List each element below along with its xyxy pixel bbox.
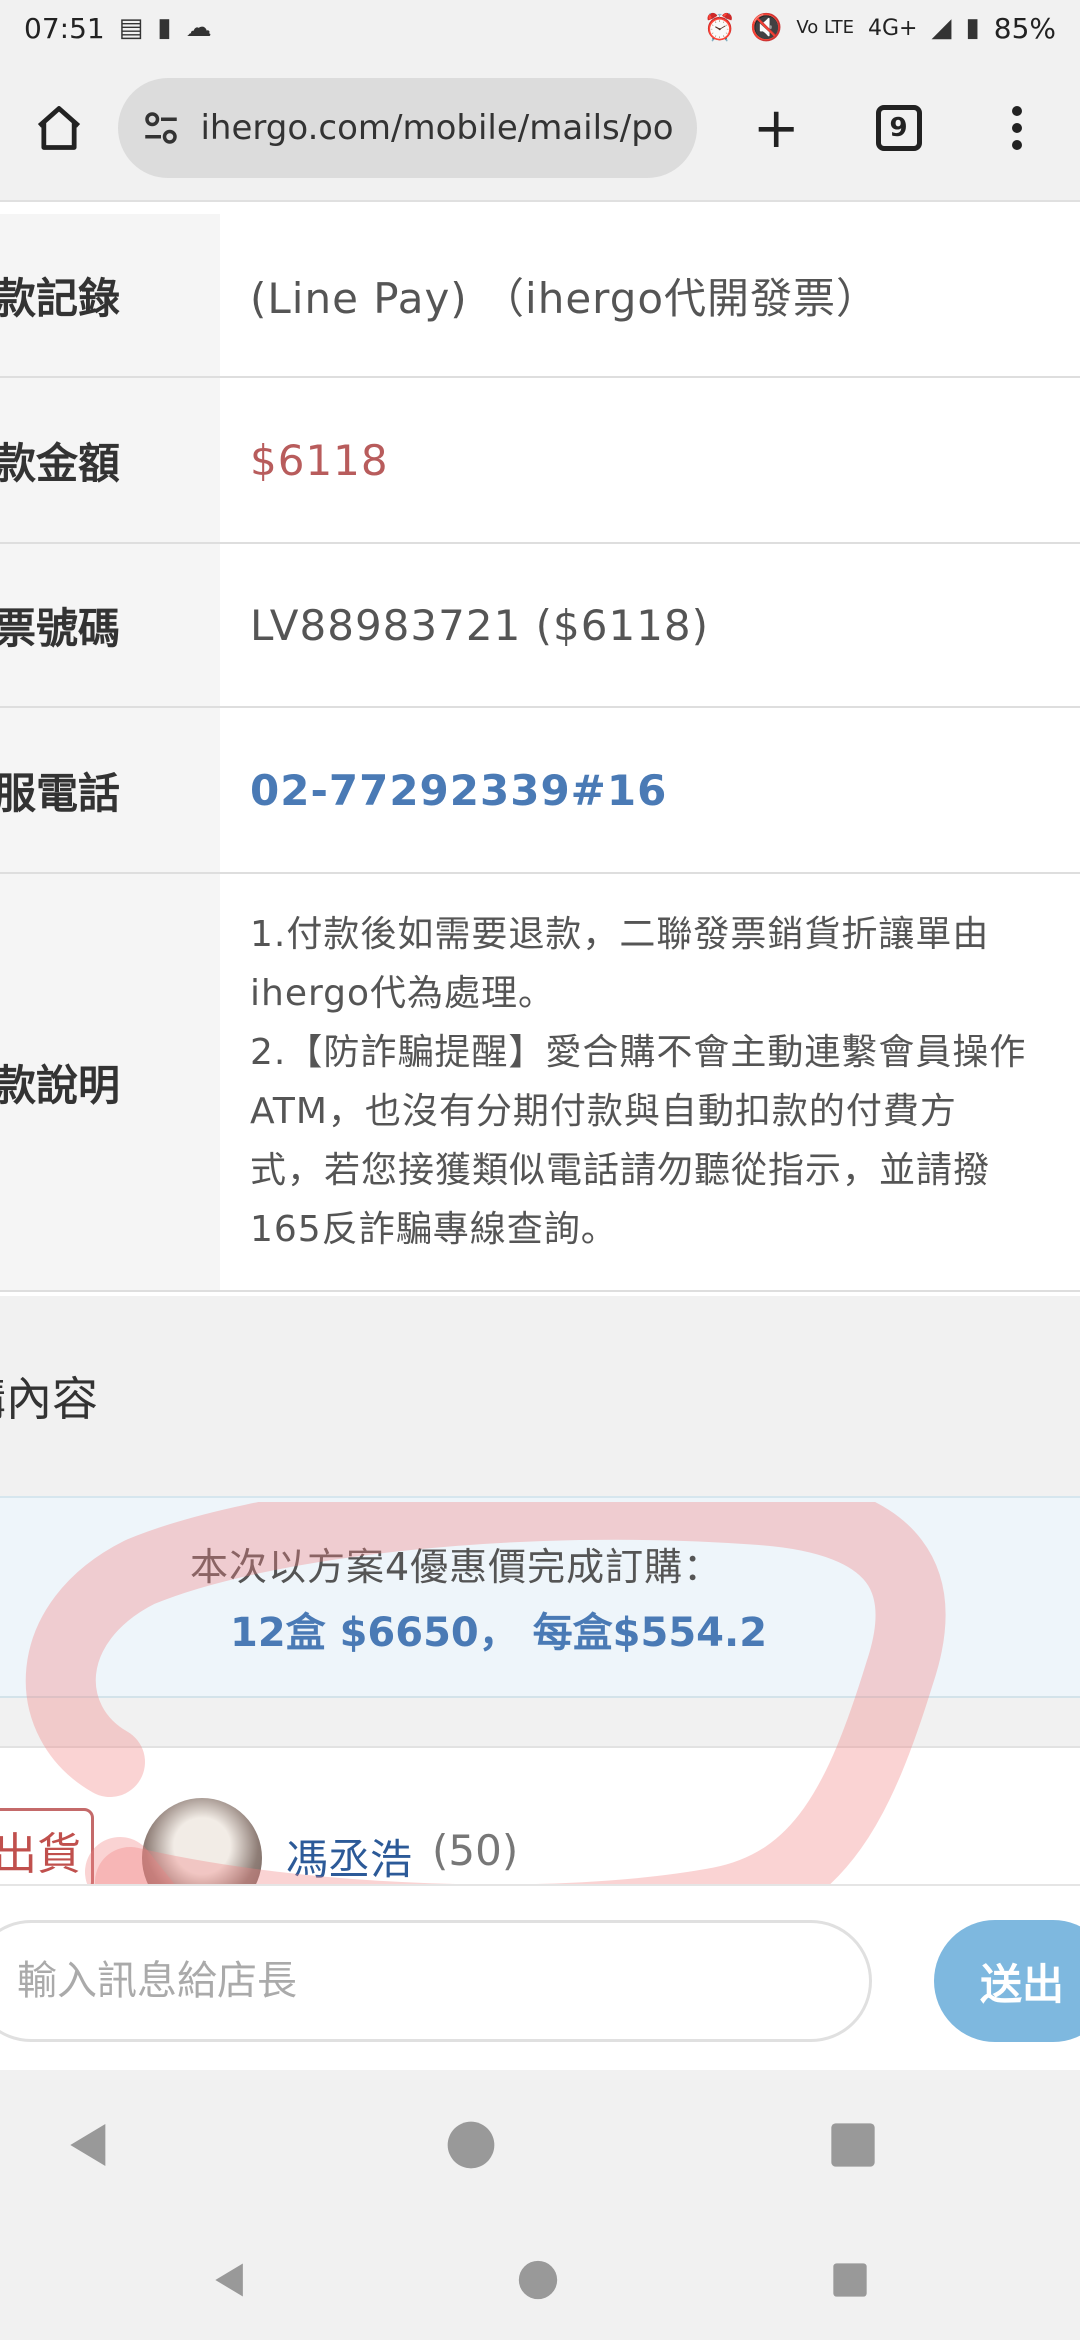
more-dot-icon (1011, 106, 1022, 116)
back-button[interactable] (200, 2250, 260, 2310)
signal-icon: ◢ (931, 13, 952, 43)
url-text: ihergo.com/mobile/mails/porch( (200, 108, 675, 148)
divider (0, 1698, 1080, 1748)
new-tab-button[interactable]: + (737, 88, 815, 168)
payment-record: (Line Pay) （ihergo代開發票） (250, 273, 880, 323)
more-dot-icon (1011, 140, 1022, 150)
avatar[interactable] (142, 1798, 262, 1884)
table-row: 款記錄 (Line Pay) （ihergo代開發票） (0, 214, 1080, 378)
home-circle-icon (518, 2260, 558, 2300)
plus-icon: + (752, 95, 800, 161)
row-label: 款記錄 (0, 214, 220, 376)
ship-button[interactable]: 出貨 (0, 1808, 94, 1884)
table-row: 票號碼 LV88983721 ($6118) (0, 544, 1080, 708)
status-time: 07:51 (24, 11, 105, 45)
cloud-icon: ☁ (185, 13, 212, 43)
status-left: 07:51 ▤ ▮ ☁ (24, 12, 212, 45)
alarm-icon: ⏰ (703, 13, 737, 43)
mute-icon: 🔇 (750, 13, 783, 43)
recents-button[interactable] (820, 2250, 880, 2310)
username-link[interactable]: 馮丞浩 (286, 1826, 412, 1884)
nav-bar-secondary (0, 2220, 1080, 2340)
send-button[interactable]: 送出 (934, 1920, 1080, 2042)
table-row: 款說明 1.付款後如需要退款，二聯發票銷貨折讓單由 ihergo代為處理。 2.… (0, 874, 1080, 1292)
status-bar: 07:51 ▤ ▮ ☁ ⏰ 🔇 Vo LTE 4G+ ◢ ▮ 85% (0, 0, 1080, 56)
message-composer: 送出 (0, 1884, 1080, 2070)
home-icon (38, 106, 81, 150)
note-line: 165反詐騙專線查詢。 (250, 1209, 618, 1250)
section-header: 購內容 (0, 1296, 1080, 1498)
note-line: 2.【防詐騙提醒】愛合購不會主動連繫會員操作 (250, 1032, 1027, 1073)
note-line: ihergo代為處理。 (250, 973, 556, 1014)
row-label: 票號碼 (0, 544, 220, 706)
table-row: 款金額 $6118 (0, 378, 1080, 544)
row-label: 服電話 (0, 708, 220, 872)
payment-amount: $6118 (250, 435, 389, 485)
notification-doc-icon: ▤ (118, 13, 144, 43)
tab-count: 9 (875, 105, 922, 151)
promo-line-1: 本次以方案4優惠價完成訂購： (190, 1545, 723, 1589)
promo-banner: 本次以方案4優惠價完成訂購： 12盒 $6650， 每盒$554.2 (0, 1498, 1080, 1698)
sd-card-icon: ▮ (157, 13, 172, 43)
shipper-row: 出貨 馮丞浩 (50) (0, 1748, 1080, 1884)
row-label: 款說明 (0, 874, 220, 1290)
recents-square-icon (831, 2123, 875, 2167)
note-line: 式，若您接獲類似電話請勿聽從指示，並請撥 (250, 1150, 991, 1191)
home-nav-button[interactable] (436, 2110, 506, 2180)
table-row: 服電話 02-77292339#16 (0, 708, 1080, 874)
row-label: 款金額 (0, 378, 220, 542)
battery-percent: 85% (993, 11, 1056, 45)
user-count: (50) (432, 1826, 519, 1875)
order-details-table: 款記錄 (Line Pay) （ihergo代開發票） 款金額 $6118 票號… (0, 214, 1080, 1292)
tab-switcher-button[interactable]: 9 (859, 88, 937, 168)
recents-square-icon (833, 2263, 867, 2297)
section-title: 購內容 (0, 1372, 98, 1426)
message-input[interactable] (0, 1920, 872, 2042)
network-type: 4G+ (867, 15, 918, 41)
note-line: 1.付款後如需要退款，二聯發票銷貨折讓單由 (250, 914, 990, 955)
back-button[interactable] (54, 2110, 124, 2180)
more-dot-icon (1011, 123, 1022, 133)
back-triangle-icon (215, 2263, 243, 2297)
url-bar[interactable]: ihergo.com/mobile/mails/porch( (118, 78, 698, 178)
home-nav-button[interactable] (508, 2250, 568, 2310)
service-phone-link[interactable]: 02-77292339#16 (220, 708, 1080, 872)
payment-notes: 1.付款後如需要退款，二聯發票銷貨折讓單由 ihergo代為處理。 2.【防詐騙… (220, 874, 1080, 1290)
nav-bar (0, 2070, 1080, 2220)
back-triangle-icon (70, 2124, 106, 2166)
more-menu-button[interactable] (978, 88, 1056, 168)
invoice-number: LV88983721 ($6118) (250, 600, 710, 650)
recents-button[interactable] (818, 2110, 888, 2180)
site-settings-icon[interactable] (140, 107, 182, 149)
status-right: ⏰ 🔇 Vo LTE 4G+ ◢ ▮ 85% (704, 12, 1056, 45)
volte-indicator: Vo LTE (796, 17, 854, 38)
home-button[interactable] (24, 92, 94, 164)
web-page: 款記錄 (Line Pay) （ihergo代開發票） 款金額 $6118 票號… (0, 202, 1080, 1884)
note-line: ATM，也沒有分期付款與自動扣款的付費方 (250, 1091, 957, 1132)
promo-line-2: 12盒 $6650， 每盒$554.2 (230, 1610, 768, 1656)
home-circle-icon (447, 2121, 495, 2169)
battery-icon: ▮ (965, 13, 980, 43)
browser-toolbar: ihergo.com/mobile/mails/porch( + 9 (0, 56, 1080, 202)
